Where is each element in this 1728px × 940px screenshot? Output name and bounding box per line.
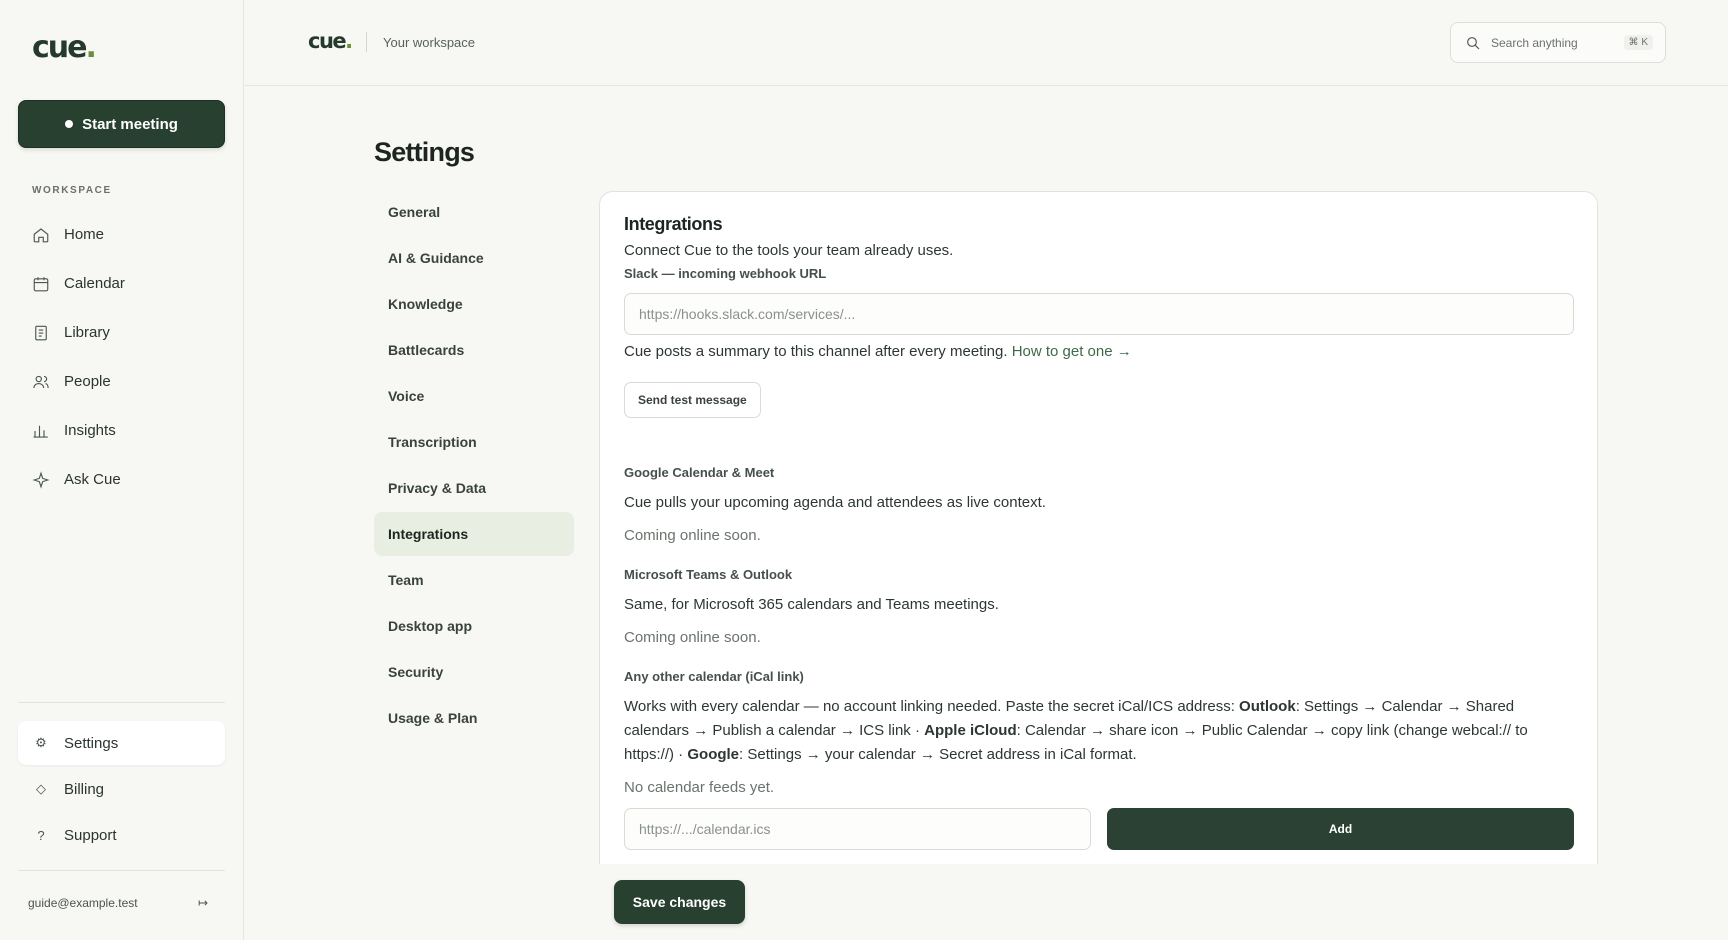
save-bar: Save changes	[599, 864, 1598, 940]
ical-instructions: Works with every calendar — no account l…	[624, 698, 1528, 763]
google-calendar-label: Google Calendar & Meet	[624, 465, 775, 480]
sidebar: cue. Start meeting WORKSPACE Home Calend…	[0, 0, 244, 940]
ical-label: Any other calendar (iCal link)	[624, 669, 804, 684]
settings-nav-team[interactable]: Team	[374, 558, 574, 602]
send-test-message-button[interactable]: Send test message	[624, 382, 761, 418]
microsoft-teams-label: Microsoft Teams & Outlook	[624, 567, 793, 582]
ical-url-input[interactable]	[624, 808, 1091, 850]
section-description: Connect Cue to the tools your team alrea…	[624, 242, 954, 259]
sidebar-item-support[interactable]: ? Support	[18, 813, 225, 857]
workspace-section-label: WORKSPACE	[32, 185, 112, 196]
sidebar-nav: Home Calendar Library People Insights As…	[18, 210, 225, 504]
sparkle-icon	[32, 470, 50, 489]
sidebar-item-settings[interactable]: ⚙ Settings	[18, 721, 225, 765]
sidebar-item-ask-cue[interactable]: Ask Cue	[18, 455, 225, 504]
add-calendar-button[interactable]: Add	[1107, 808, 1574, 850]
user-row: guide@example.test ↦	[28, 896, 208, 910]
settings-nav-usage-plan[interactable]: Usage & Plan	[374, 696, 574, 740]
home-icon	[33, 227, 49, 242]
sidebar-item-calendar[interactable]: Calendar	[18, 259, 225, 308]
settings-nav-desktop-app[interactable]: Desktop app	[374, 604, 574, 648]
start-meeting-label: Start meeting	[82, 115, 178, 133]
microsoft-teams-description: Same, for Microsoft 365 calendars and Te…	[624, 596, 999, 613]
sidebar-item-billing[interactable]: ◇ Billing	[18, 767, 225, 811]
settings-nav-voice[interactable]: Voice	[374, 374, 574, 418]
insights-icon	[33, 425, 48, 438]
settings-nav: General AI & Guidance Knowledge Battleca…	[374, 190, 574, 742]
logout-icon[interactable]: ↦	[198, 896, 208, 910]
sidebar-item-home[interactable]: Home	[18, 210, 225, 259]
sidebar-item-label: Calendar	[64, 275, 125, 292]
search-box[interactable]: Search anything ⌘ K	[1450, 22, 1666, 63]
microsoft-teams-status: Coming online soon.	[624, 629, 761, 646]
slack-help-link[interactable]: How to get one →	[1012, 343, 1132, 360]
google-calendar-status: Coming online soon.	[624, 527, 761, 544]
section-title: Integrations	[624, 214, 723, 234]
workspace-name[interactable]: Your workspace	[383, 35, 475, 50]
sidebar-item-insights[interactable]: Insights	[18, 406, 225, 455]
ical-empty-state: No calendar feeds yet.	[624, 779, 775, 796]
sidebar-divider	[18, 870, 225, 871]
save-changes-button[interactable]: Save changes	[614, 880, 745, 924]
settings-nav-integrations[interactable]: Integrations	[374, 512, 574, 556]
settings-nav-knowledge[interactable]: Knowledge	[374, 282, 574, 326]
sidebar-item-label: Settings	[64, 734, 119, 752]
gear-icon: ⚙	[35, 735, 47, 750]
search-shortcut-badge: ⌘ K	[1623, 35, 1653, 50]
sidebar-item-label: Insights	[64, 422, 116, 439]
settings-nav-transcription[interactable]: Transcription	[374, 420, 574, 464]
top-bar: cue. Your workspace Search anything ⌘ K	[245, 0, 1728, 86]
settings-nav-security[interactable]: Security	[374, 650, 574, 694]
sidebar-item-label: Billing	[64, 780, 105, 798]
google-calendar-description: Cue pulls your upcoming agenda and atten…	[624, 494, 1046, 511]
sidebar-item-label: Home	[64, 226, 105, 243]
header-divider	[366, 32, 367, 52]
sidebar-item-label: Support	[64, 826, 117, 844]
slack-webhook-input[interactable]	[624, 293, 1574, 335]
calendar-icon	[33, 276, 49, 291]
settings-nav-privacy-data[interactable]: Privacy & Data	[374, 466, 574, 510]
search-placeholder: Search anything	[1491, 35, 1578, 50]
sidebar-item-label: Ask Cue	[64, 471, 121, 488]
sidebar-item-people[interactable]: People	[18, 357, 225, 406]
help-icon: ?	[37, 827, 45, 843]
page-title: Settings	[374, 137, 475, 167]
header-logo[interactable]: cue.	[308, 29, 353, 53]
sidebar-item-library[interactable]: Library	[18, 308, 225, 357]
settings-nav-general[interactable]: General	[374, 190, 574, 234]
sidebar-item-label: Library	[64, 324, 110, 341]
library-icon	[35, 325, 47, 340]
slack-label: Slack — incoming webhook URL	[624, 266, 827, 281]
sidebar-item-label: People	[64, 373, 111, 390]
integrations-card: Integrations Connect Cue to the tools yo…	[599, 191, 1598, 940]
start-meeting-button[interactable]: Start meeting	[18, 100, 225, 148]
diamond-icon: ◇	[36, 781, 46, 796]
sidebar-bottom-nav: ⚙ Settings ◇ Billing ? Support	[18, 721, 225, 859]
people-icon	[33, 375, 49, 388]
sidebar-divider	[18, 702, 225, 703]
user-email: guide@example.test	[28, 896, 138, 910]
slack-help-text: Cue posts a summary to this channel afte…	[624, 343, 1132, 360]
settings-nav-ai-guidance[interactable]: AI & Guidance	[374, 236, 574, 280]
settings-nav-battlecards[interactable]: Battlecards	[374, 328, 574, 372]
brand-logo[interactable]: cue.	[32, 30, 97, 65]
record-dot-icon	[65, 120, 74, 128]
search-icon	[1467, 36, 1480, 49]
